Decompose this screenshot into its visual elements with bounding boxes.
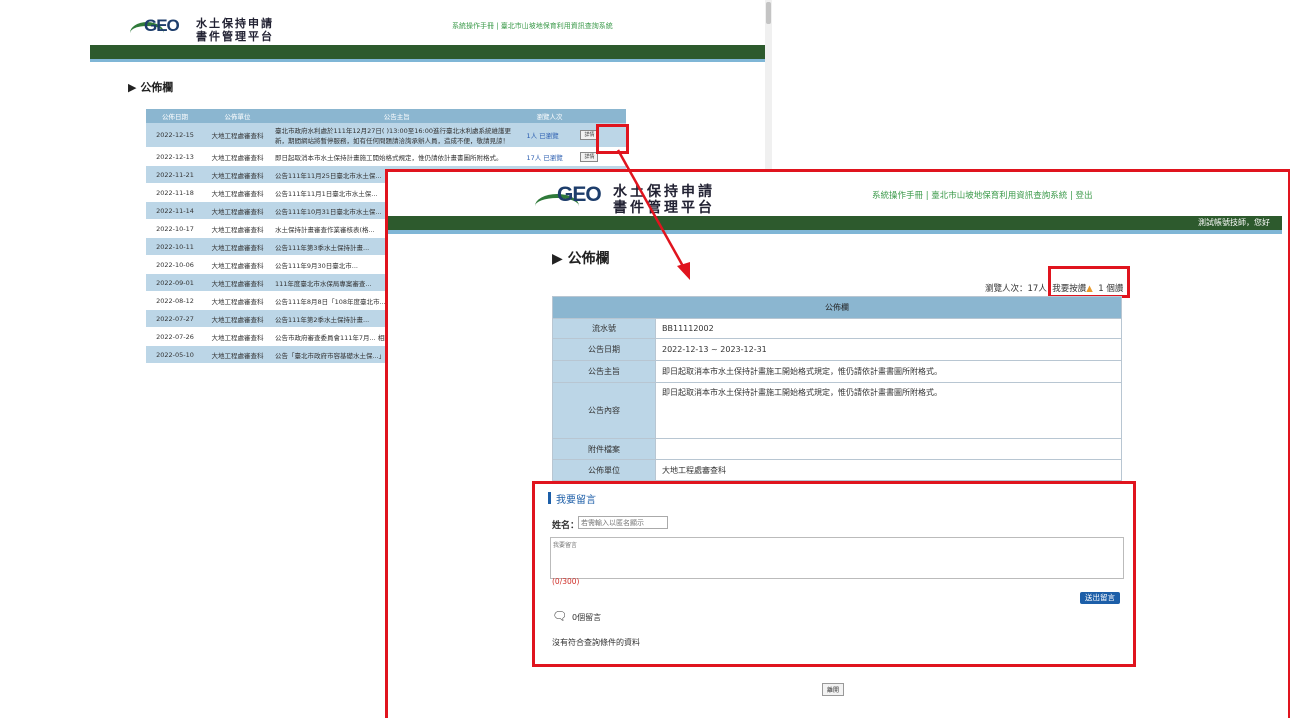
pointer-arrow: [616, 149, 690, 280]
arrow-head-icon: [677, 262, 690, 280]
arrow-line: [616, 149, 686, 269]
